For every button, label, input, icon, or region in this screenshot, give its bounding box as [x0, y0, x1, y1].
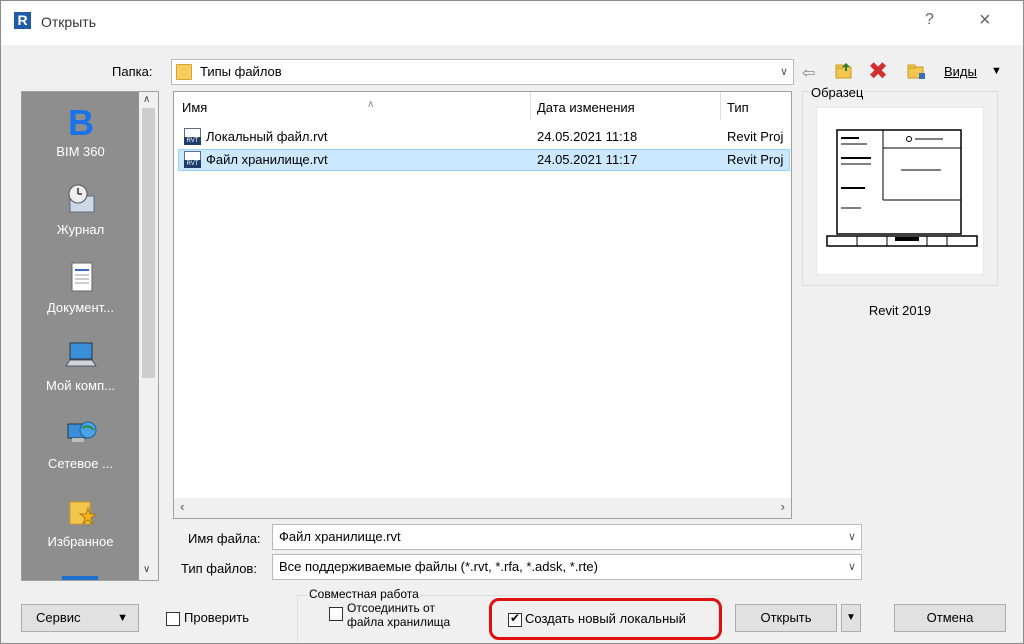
place-label: Мой комп...	[46, 378, 115, 393]
back-arrow-icon[interactable]: ⇦	[802, 63, 815, 83]
revit-app-icon: R	[14, 12, 31, 29]
file-row[interactable]: Локальный файл.rvt 24.05.2021 11:18 Revi…	[178, 126, 790, 148]
create-local-label: Создать новый локальный	[525, 611, 686, 626]
column-separator	[530, 92, 531, 120]
file-name: Локальный файл.rvt	[206, 129, 328, 144]
bim360-icon: B	[64, 102, 98, 143]
places-scrollbar[interactable]: ∧ ∨	[139, 92, 158, 580]
filetype-value: Все поддерживаемые файлы (*.rvt, *.rfa, …	[279, 559, 598, 574]
filename-input[interactable]: Файл хранилище.rvt ∨	[272, 524, 862, 550]
places-list: B BIM 360 Журнал Документ... Мой комп...…	[22, 92, 139, 580]
folder-label-text: Папка:	[112, 64, 153, 79]
places-bar: B BIM 360 Журнал Документ... Мой комп...…	[21, 91, 159, 581]
scroll-up-icon[interactable]: ∧	[143, 94, 150, 105]
verify-checkbox[interactable]	[166, 612, 180, 626]
history-icon	[64, 182, 98, 216]
up-folder-icon[interactable]	[834, 61, 854, 81]
file-date: 24.05.2021 11:17	[537, 152, 638, 167]
folder-label: Папка:	[112, 64, 152, 79]
title-bar: R Открыть ? ×	[1, 1, 1023, 45]
place-favorites[interactable]: Избранное	[22, 494, 139, 549]
folder-icon	[176, 64, 192, 80]
place-label: Документ...	[46, 300, 115, 315]
column-header-date[interactable]: Дата изменения	[537, 100, 635, 115]
filename-value: Файл хранилище.rvt	[279, 529, 401, 544]
documents-icon	[64, 260, 98, 294]
service-button[interactable]: Сервис ▼	[21, 604, 139, 632]
file-row-selected[interactable]: Файл хранилище.rvt 24.05.2021 11:17 Revi…	[178, 149, 790, 171]
horizontal-scrollbar[interactable]: ‹ ›	[174, 498, 791, 518]
column-header-type[interactable]: Тип	[727, 100, 749, 115]
scroll-left-icon[interactable]: ‹	[180, 499, 184, 514]
place-label: Журнал	[56, 222, 105, 237]
service-dropdown-icon: ▼	[117, 612, 128, 624]
folder-combo[interactable]: Типы файлов ∨	[171, 59, 794, 85]
scroll-down-icon[interactable]: ∨	[143, 564, 150, 575]
places-scroll-thumb[interactable]	[142, 108, 155, 378]
column-separator	[720, 92, 721, 120]
place-label: Избранное	[47, 534, 114, 549]
place-history[interactable]: Журнал	[22, 182, 139, 237]
open-button[interactable]: Открыть	[735, 604, 837, 632]
folder-value: Типы файлов	[200, 64, 282, 79]
open-dialog: R Открыть ? × Папка: Типы файлов ∨ ⇦ ✖ В…	[0, 0, 1024, 644]
file-type: Revit Proj	[727, 129, 784, 144]
chevron-down-icon[interactable]: ∨	[848, 560, 856, 573]
chevron-down-icon[interactable]: ∨	[848, 530, 856, 543]
close-button[interactable]: ×	[979, 9, 991, 32]
delete-icon[interactable]: ✖	[868, 57, 888, 86]
rvt-file-icon	[184, 151, 201, 168]
cancel-button[interactable]: Отмена	[894, 604, 1006, 632]
network-icon	[64, 416, 98, 450]
scroll-right-icon[interactable]: ›	[781, 499, 785, 514]
computer-icon	[64, 338, 98, 372]
open-dropdown-icon[interactable]: ▼	[841, 604, 861, 632]
file-name: Файл хранилище.rvt	[206, 152, 328, 167]
column-header-name[interactable]: Имя ∧	[182, 99, 374, 115]
preview-label: Образец	[809, 85, 866, 100]
preview-caption: Revit 2019	[868, 303, 932, 318]
file-list: Имя ∧ Дата изменения Тип Локальный файл.…	[173, 91, 792, 519]
place-network[interactable]: Сетевое ...	[22, 416, 139, 471]
place-bim360[interactable]: B BIM 360	[22, 102, 139, 159]
views-dropdown-icon[interactable]: ▼	[991, 65, 1002, 77]
service-label: Сервис	[36, 610, 81, 625]
views-label: Виды	[944, 64, 977, 79]
rvt-file-icon	[184, 128, 201, 145]
detach-label: Отсоединить от файла хранилища	[347, 601, 451, 629]
file-date: 24.05.2021 11:18	[537, 129, 638, 144]
svg-text:B: B	[68, 104, 94, 138]
column-name-label: Имя	[182, 100, 208, 115]
preview-thumbnail	[816, 107, 984, 275]
filename-label: Имя файла:	[188, 531, 261, 546]
place-label: BIM 360	[56, 144, 105, 159]
collaboration-title: Совместная работа	[307, 587, 421, 601]
sort-ascending-icon: ∧	[367, 99, 375, 110]
filetype-label: Тип файлов:	[181, 561, 257, 576]
verify-label: Проверить	[184, 610, 250, 625]
help-button[interactable]: ?	[925, 11, 934, 29]
file-type: Revit Proj	[727, 152, 784, 167]
place-documents[interactable]: Документ...	[22, 260, 139, 315]
place-computer[interactable]: Мой комп...	[22, 338, 139, 393]
detach-checkbox[interactable]	[329, 607, 343, 621]
chevron-down-icon[interactable]: ∨	[780, 65, 788, 78]
new-folder-icon[interactable]	[906, 61, 926, 81]
favorites-icon	[64, 494, 98, 528]
next-place-peek	[62, 576, 98, 580]
views-menu[interactable]: Виды	[944, 64, 977, 79]
window-title: Открыть	[41, 14, 96, 30]
filetype-select[interactable]: Все поддерживаемые файлы (*.rvt, *.rfa, …	[272, 554, 862, 580]
place-label: Сетевое ...	[48, 456, 113, 471]
create-local-checkbox[interactable]	[508, 611, 522, 627]
